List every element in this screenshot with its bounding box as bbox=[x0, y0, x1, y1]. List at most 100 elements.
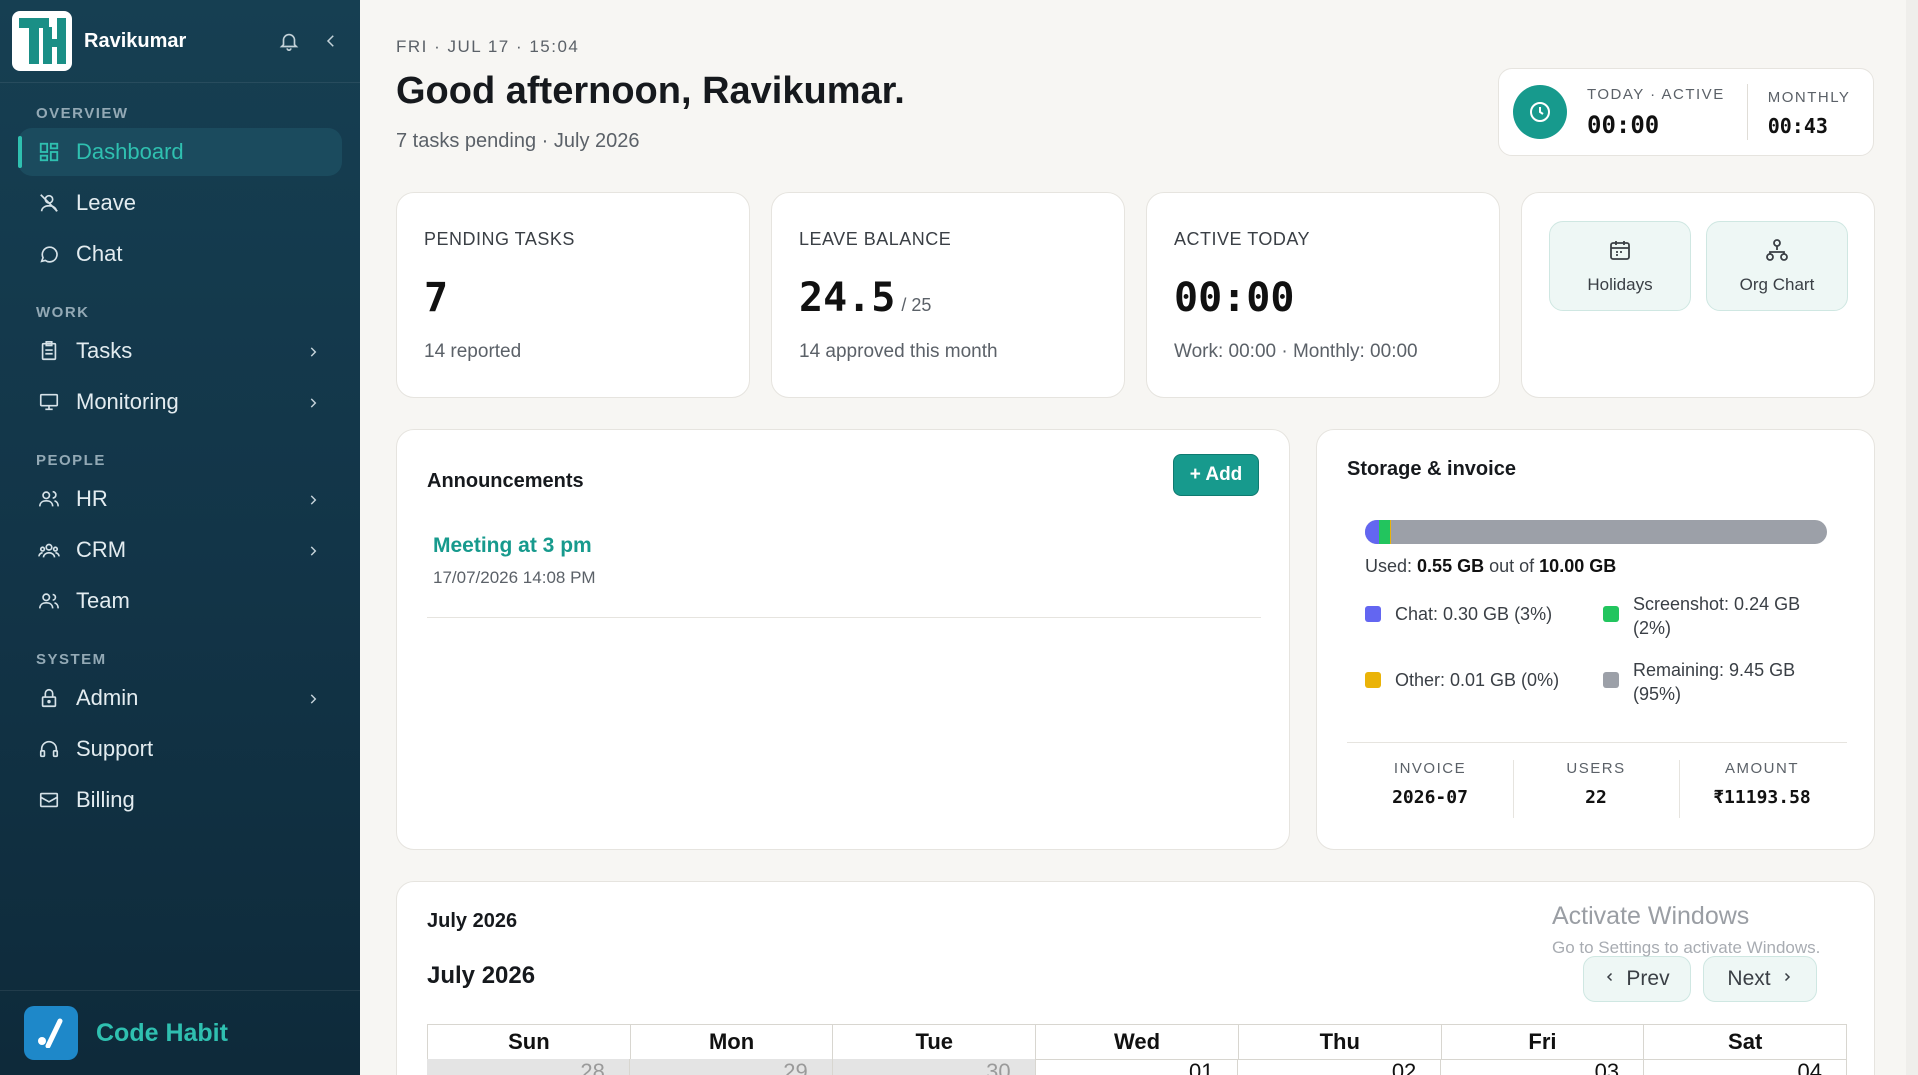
stat-label: PENDING TASKS bbox=[424, 229, 575, 249]
collapse-chevron-icon[interactable] bbox=[314, 24, 348, 58]
sidebar-item-label: Admin bbox=[76, 685, 139, 710]
users-value: 22 bbox=[1585, 787, 1607, 808]
scrollbar[interactable] bbox=[1906, 0, 1918, 1075]
sidebar-item-support[interactable]: Support bbox=[18, 725, 342, 773]
chevron-left-icon bbox=[1604, 967, 1616, 991]
calendar-week-row: 28 29 30 01 02 03 04 bbox=[427, 1059, 1848, 1075]
org-chart-button[interactable]: Org Chart bbox=[1706, 221, 1848, 311]
active-today-card[interactable]: ACTIVE TODAY 00:00 Work: 00:00 · Monthly… bbox=[1146, 192, 1500, 398]
leave-balance-total: / 25 bbox=[901, 295, 932, 315]
calendar-day[interactable]: 04 bbox=[1644, 1059, 1848, 1075]
monitor-icon bbox=[36, 389, 62, 415]
pending-tasks-card[interactable]: PENDING TASKS 7 14 reported bbox=[396, 192, 750, 398]
sidebar-item-label: HR bbox=[76, 486, 108, 511]
calendar-icon bbox=[1608, 238, 1632, 267]
calendar-day[interactable]: 28 bbox=[427, 1059, 630, 1075]
calendar-title: July 2026 bbox=[427, 910, 518, 932]
sidebar-item-chat[interactable]: Chat bbox=[18, 230, 342, 278]
amount-value: ₹11193.58 bbox=[1713, 787, 1811, 808]
legend-swatch-remaining bbox=[1603, 672, 1619, 688]
sidebar-item-hr[interactable]: HR bbox=[18, 475, 342, 523]
sidebar-item-label: Team bbox=[76, 588, 130, 613]
sidebar-item-leave[interactable]: Leave bbox=[18, 179, 342, 227]
sidebar-item-tasks[interactable]: Tasks bbox=[18, 327, 342, 375]
weekday-fri: Fri bbox=[1442, 1025, 1645, 1059]
calendar-month-label: July 2026 bbox=[427, 962, 536, 989]
holidays-button[interactable]: Holidays bbox=[1549, 221, 1691, 311]
sidebar: Ravikumar OVERVIEW Dashboard Leave Chat … bbox=[0, 0, 360, 1075]
legend-screenshot: Screenshot: 0.24 GB (2%) bbox=[1603, 592, 1843, 640]
sidebar-item-label: Monitoring bbox=[76, 389, 179, 414]
windows-watermark-title: Activate Windows bbox=[1552, 902, 1750, 930]
users-icon bbox=[36, 486, 62, 512]
weekday-sat: Sat bbox=[1728, 1029, 1763, 1054]
weekday-sun: Sun bbox=[428, 1025, 631, 1059]
legend-screenshot-label: Screenshot: 0.24 GB (2%) bbox=[1633, 594, 1801, 638]
weekday-tue: Tue bbox=[833, 1025, 1037, 1059]
chevron-right-icon bbox=[306, 341, 320, 367]
sidebar-item-dashboard[interactable]: Dashboard bbox=[18, 128, 342, 176]
sidebar-item-label: Support bbox=[76, 736, 154, 761]
stat-label: LEAVE BALANCE bbox=[799, 229, 952, 249]
announcements-title: Announcements bbox=[427, 470, 584, 492]
code-habit-logo bbox=[24, 1006, 78, 1060]
leave-balance-card[interactable]: LEAVE BALANCE 24.5/ 25 14 approved this … bbox=[771, 192, 1125, 398]
used-mid: out of bbox=[1489, 556, 1535, 576]
add-announcement-button[interactable]: + Add bbox=[1173, 454, 1259, 496]
prev-button[interactable]: Prev bbox=[1583, 956, 1691, 1002]
clipboard-icon bbox=[36, 338, 62, 364]
legend-swatch-chat bbox=[1365, 606, 1381, 622]
quick-links-card: Holidays Org Chart bbox=[1521, 192, 1875, 398]
user-name: Ravikumar bbox=[84, 29, 187, 52]
sidebar-item-billing[interactable]: Billing bbox=[18, 776, 342, 824]
legend-other-label: Other: 0.01 GB (0%) bbox=[1395, 670, 1560, 690]
invoice-label: INVOICE bbox=[1393, 760, 1467, 777]
page-subtitle: 7 tasks pending · July 2026 bbox=[396, 130, 640, 152]
calendar-day[interactable]: 30 bbox=[832, 1059, 1036, 1075]
legend-swatch-screenshot bbox=[1603, 606, 1619, 622]
storage-usage-bar bbox=[1365, 520, 1827, 544]
storage-segment-chat bbox=[1365, 520, 1379, 544]
sidebar-item-monitoring[interactable]: Monitoring bbox=[18, 378, 342, 426]
sidebar-item-admin[interactable]: Admin bbox=[18, 674, 342, 722]
chevron-right-icon bbox=[1781, 967, 1793, 991]
calendar-day[interactable]: 29 bbox=[629, 1059, 833, 1075]
weekday-mon: Mon bbox=[631, 1025, 834, 1059]
stat-label: ACTIVE TODAY bbox=[1174, 229, 1311, 249]
stat-value: 24.5/ 25 bbox=[799, 275, 931, 321]
sidebar-item-crm[interactable]: CRM bbox=[18, 526, 342, 574]
amount-label: AMOUNT bbox=[1725, 760, 1799, 777]
stat-sub: 14 reported bbox=[424, 341, 522, 362]
prev-label: Prev bbox=[1626, 967, 1670, 990]
calendar-day[interactable]: 02 bbox=[1238, 1059, 1442, 1075]
leave-icon bbox=[36, 190, 62, 216]
storage-segment-screenshot bbox=[1378, 520, 1390, 544]
calendar-day[interactable]: 01 bbox=[1036, 1059, 1239, 1075]
announcements-card: Announcements + Add Meeting at 3 pm 17/0… bbox=[396, 429, 1290, 850]
time-tracker-card: TODAY · ACTIVE 00:00 MONTHLY 00:43 bbox=[1498, 68, 1874, 156]
sidebar-item-label: Billing bbox=[76, 787, 135, 812]
bell-icon[interactable] bbox=[272, 24, 306, 58]
calendar-day[interactable]: 03 bbox=[1441, 1059, 1645, 1075]
sidebar-item-team[interactable]: Team bbox=[18, 577, 342, 625]
next-button[interactable]: Next bbox=[1703, 956, 1817, 1002]
divider bbox=[1746, 84, 1748, 140]
list-item[interactable]: Meeting at 3 pm 17/07/2026 14:08 PM bbox=[427, 526, 1261, 618]
stat-sub: 14 approved this month bbox=[799, 341, 998, 362]
contacts-icon bbox=[36, 537, 62, 563]
holidays-label: Holidays bbox=[1587, 274, 1653, 294]
next-label: Next bbox=[1727, 967, 1771, 990]
invoice-period: INVOICE 2026-07 bbox=[1347, 760, 1513, 808]
legend-swatch-other bbox=[1365, 672, 1381, 688]
chat-icon bbox=[36, 241, 62, 267]
announcement-title[interactable]: Meeting at 3 pm bbox=[433, 534, 1261, 558]
used-value: 0.55 GB bbox=[1417, 556, 1485, 576]
stat-value: 7 bbox=[424, 275, 449, 321]
org-chart-label: Org Chart bbox=[1739, 274, 1815, 294]
chevron-right-icon bbox=[306, 688, 320, 714]
headset-icon bbox=[36, 736, 62, 762]
calendar-weekday-header: Sun Mon Tue Wed Thu Fri Sat bbox=[427, 1024, 1847, 1060]
invoice-amount: AMOUNT ₹11193.58 bbox=[1679, 760, 1845, 808]
chevron-right-icon bbox=[306, 489, 320, 515]
org-chart-icon bbox=[1764, 238, 1790, 267]
